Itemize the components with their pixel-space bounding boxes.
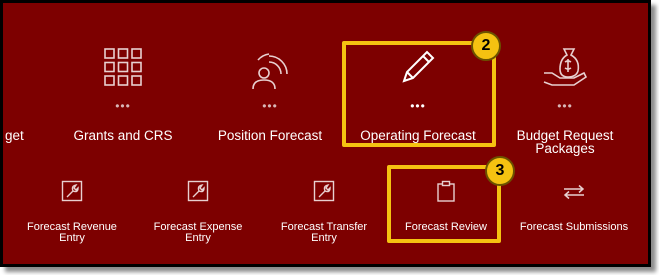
tile-forecast-submissions[interactable]: Forecast Submissions [513, 178, 635, 240]
tile-label: Grants and CRS [73, 128, 173, 143]
exchange-arrows-icon [562, 184, 586, 200]
callout-highlight-operating-forecast [342, 41, 496, 147]
tile-label: Forecast Expense Entry [153, 221, 243, 244]
callout-badge-3: 3 [485, 156, 515, 186]
tile-forecast-transfer-entry[interactable]: Forecast Transfer Entry [265, 178, 383, 250]
more-dots[interactable]: ••• [262, 100, 278, 112]
wrench-doc-icon [313, 180, 335, 202]
tile-grants-and-crs[interactable]: ••• Grants and CRS [63, 43, 183, 143]
app-launcher-panel: get ••• Grants and CRS ••• Position Fore… [0, 0, 651, 267]
grid-icon [103, 47, 143, 87]
tile-budget-request-packages[interactable]: ••• Budget Request Packages [503, 43, 627, 158]
tile-label: Position Forecast [217, 128, 323, 143]
tile-position-forecast[interactable]: ••• Position Forecast [208, 43, 332, 143]
callout-highlight-forecast-review [387, 165, 501, 243]
tile-label: Budget Request Packages [516, 128, 614, 156]
wrench-doc-icon [187, 180, 209, 202]
person-signal-icon [247, 51, 293, 91]
more-dots[interactable]: ••• [557, 100, 573, 112]
more-dots[interactable]: ••• [115, 100, 131, 112]
wrench-doc-icon [61, 180, 83, 202]
tile-budget-partial[interactable]: get [3, 123, 33, 153]
tile-label: get [5, 128, 24, 143]
tile-label: Forecast Revenue Entry [27, 221, 117, 244]
tile-label: Forecast Submissions [519, 221, 629, 233]
tile-forecast-revenue-entry[interactable]: Forecast Revenue Entry [13, 178, 131, 250]
callout-badge-2: 2 [471, 31, 501, 61]
tile-label: Forecast Transfer Entry [280, 221, 368, 244]
hand-money-bag-icon [540, 45, 590, 89]
tile-forecast-expense-entry[interactable]: Forecast Expense Entry [139, 178, 257, 250]
